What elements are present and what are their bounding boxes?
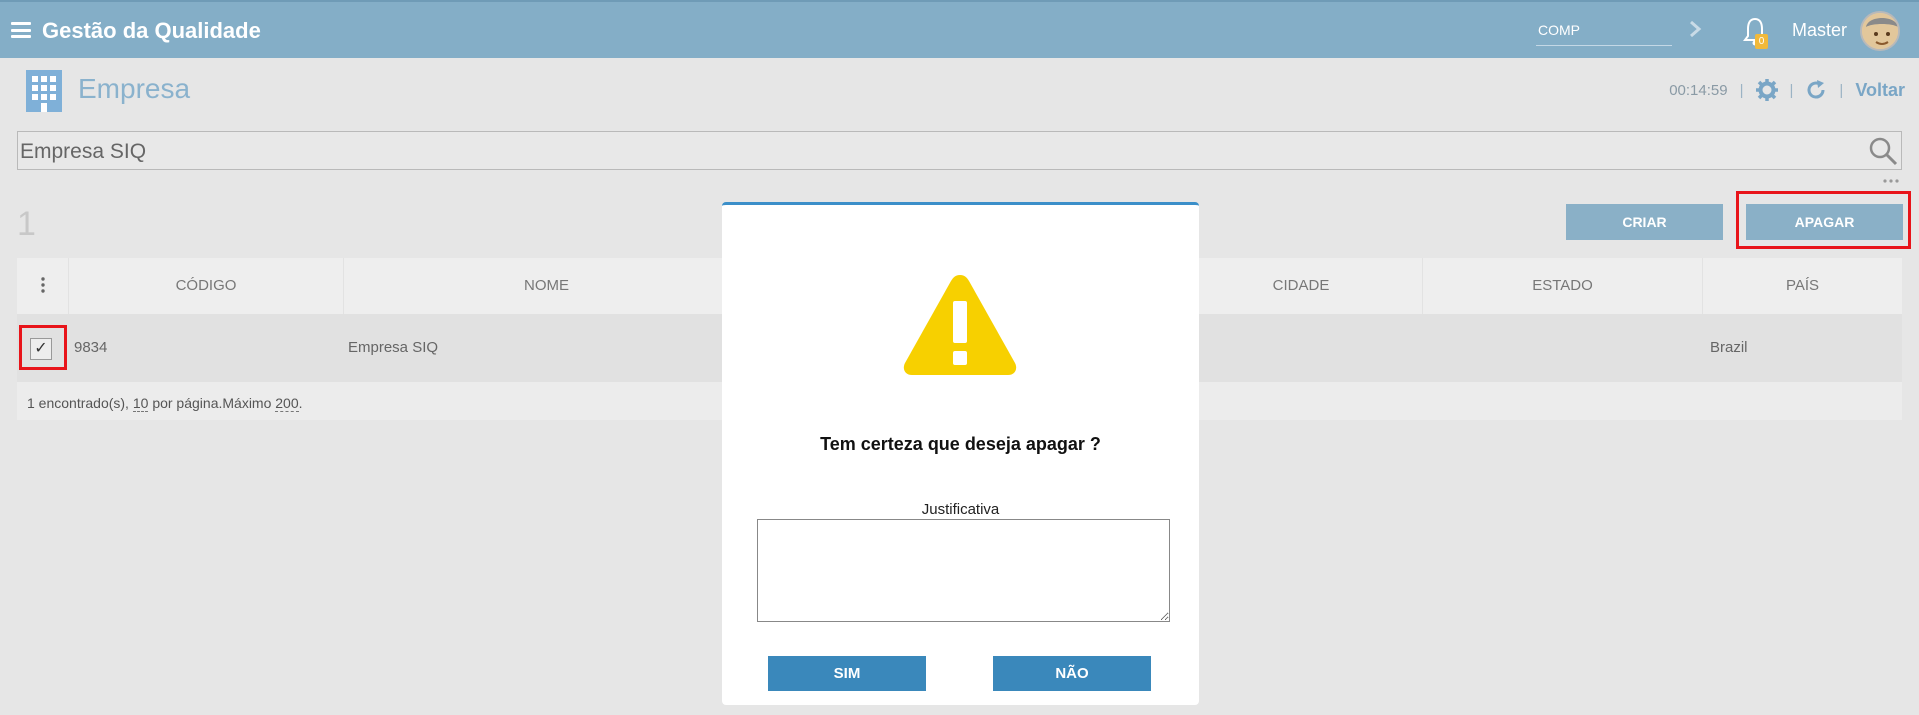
cell-pais: Brazil <box>1710 339 1748 356</box>
avatar[interactable] <box>1860 11 1900 51</box>
search-input[interactable]: Empresa SIQ <box>17 131 1902 170</box>
notification-badge: 0 <box>1755 34 1768 49</box>
column-header-cidade[interactable]: CIDADE <box>1180 258 1423 314</box>
max-selector[interactable]: 200 <box>275 395 299 412</box>
app-title: Gestão da Qualidade <box>42 18 261 43</box>
company-selector[interactable]: COMP <box>1536 16 1672 46</box>
user-name[interactable]: Master <box>1792 20 1847 41</box>
back-link[interactable]: Voltar <box>1855 80 1905 101</box>
per-page-selector[interactable]: 10 <box>132 395 149 412</box>
yes-button[interactable]: SIM <box>768 656 926 691</box>
chevron-right-icon[interactable] <box>1687 18 1703 40</box>
footer-end: . <box>298 395 303 411</box>
gear-icon[interactable] <box>1755 79 1778 101</box>
no-button[interactable]: NÃO <box>993 656 1151 691</box>
more-options-icon[interactable] <box>1882 178 1900 184</box>
cell-codigo: 9834 <box>74 339 108 356</box>
column-header-codigo[interactable]: CÓDIGO <box>69 258 344 314</box>
create-button[interactable]: CRIAR <box>1566 204 1723 240</box>
justification-label: Justificativa <box>921 501 1000 518</box>
kebab-menu-icon[interactable] <box>41 277 45 293</box>
avatar-face-icon <box>1862 13 1898 49</box>
separator: | <box>1839 81 1844 99</box>
separator: | <box>1789 81 1794 99</box>
column-menu-header[interactable] <box>17 258 69 314</box>
column-header-estado[interactable]: ESTADO <box>1423 258 1703 314</box>
checkbox-highlight <box>19 325 67 370</box>
result-count: 1 <box>17 205 36 243</box>
page-title: Empresa <box>78 73 191 104</box>
confirm-delete-dialog: Tem certeza que deseja apagar ? Justific… <box>722 202 1199 705</box>
found-count-text: 1 encontrado(s), <box>27 395 129 411</box>
cell-nome: Empresa SIQ <box>348 339 439 356</box>
refresh-icon[interactable] <box>1805 79 1827 101</box>
hamburger-menu-icon[interactable] <box>11 22 31 38</box>
building-icon <box>26 70 62 112</box>
delete-button-highlight <box>1736 191 1911 249</box>
search-icon[interactable] <box>1867 135 1899 167</box>
dialog-question: Tem certeza que deseja apagar ? <box>820 434 1101 454</box>
per-page-text: por página.Máximo <box>152 395 272 411</box>
header-actions: 00:14:59 | | | Voltar <box>1669 78 1905 102</box>
justification-textarea[interactable] <box>757 519 1170 622</box>
separator: | <box>1739 81 1744 99</box>
top-bar: Gestão da Qualidade COMP 0 Master <box>0 0 1919 58</box>
warning-icon <box>903 275 1017 375</box>
column-header-pais[interactable]: PAÍS <box>1703 258 1902 314</box>
session-timer: 00:14:59 <box>1669 81 1728 99</box>
column-header-nome[interactable]: NOME <box>344 258 750 314</box>
